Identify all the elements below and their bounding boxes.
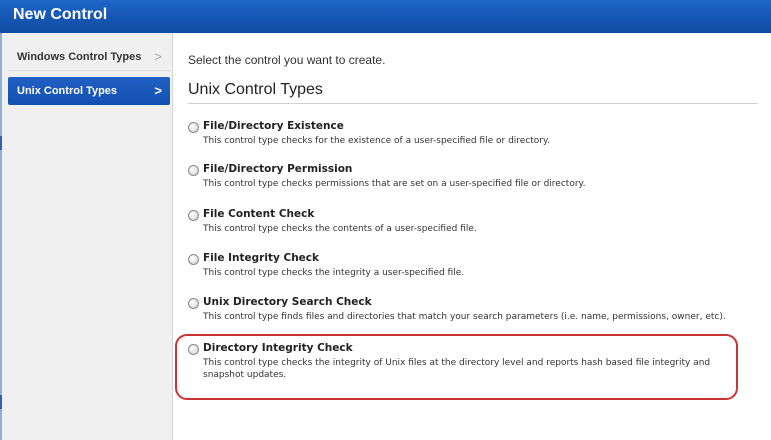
option-title[interactable]: File Integrity Check (203, 252, 319, 264)
option-title[interactable]: File/Directory Existence (203, 120, 344, 132)
radio-button[interactable] (188, 254, 199, 265)
window-title: New Control (13, 6, 108, 23)
highlight-ring (175, 334, 738, 400)
radio-button[interactable] (188, 210, 199, 221)
radio-button[interactable] (188, 122, 199, 133)
instruction-text: Select the control you want to create. (188, 53, 386, 67)
option-description: This control type checks the integrity a… (203, 268, 465, 278)
option-title[interactable]: File/Directory Permission (203, 163, 352, 175)
section-divider (188, 103, 758, 104)
section-title: Unix Control Types (188, 81, 323, 98)
option-title[interactable]: Unix Directory Search Check (203, 296, 372, 308)
radio-button[interactable] (188, 298, 199, 309)
option-description: This control type checks for the existen… (203, 136, 550, 146)
option-description: This control type checks permissions tha… (203, 179, 586, 189)
title-bar: New Control (0, 0, 771, 33)
sidebar-item-label: Windows Control Types (17, 51, 142, 63)
chevron-right-icon: > (154, 83, 162, 98)
option-title[interactable]: File Content Check (203, 208, 314, 220)
option-description: This control type finds files and direct… (203, 312, 726, 322)
option-description: This control type checks the contents of… (203, 224, 477, 234)
sidebar: Windows Control Types > Unix Control Typ… (2, 33, 173, 440)
chevron-right-icon: > (154, 49, 162, 64)
sidebar-item-windows-control-types[interactable]: Windows Control Types > (8, 43, 170, 71)
sidebar-item-label: Unix Control Types (17, 85, 118, 97)
sidebar-item-unix-control-types[interactable]: Unix Control Types > (8, 77, 170, 105)
radio-button[interactable] (188, 165, 199, 176)
